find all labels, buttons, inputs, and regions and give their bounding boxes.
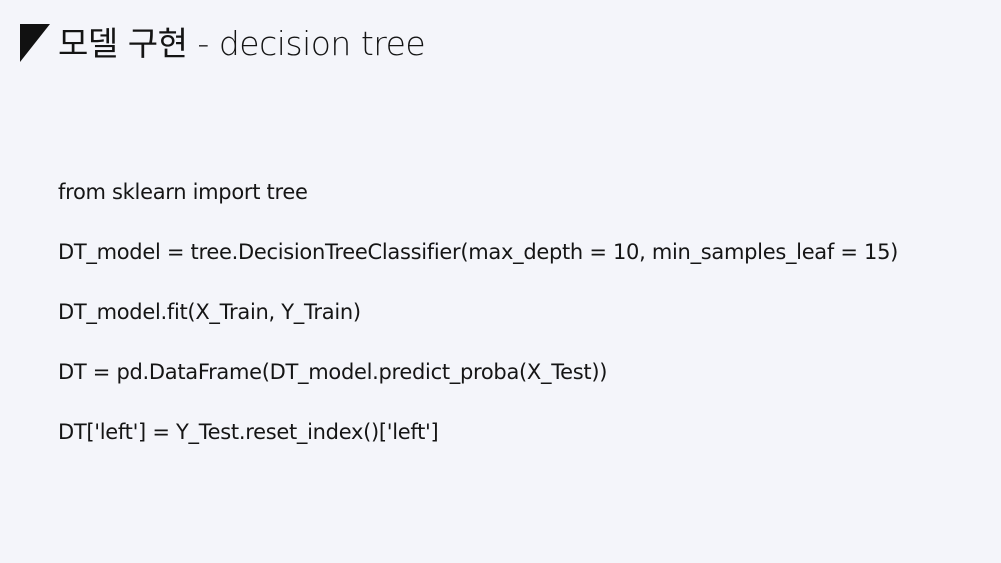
code-line: DT_model.fit(X_Train, Y_Train): [58, 300, 361, 324]
slide-title: 모델 구현 - decision tree: [58, 24, 426, 63]
code-line: from sklearn import tree: [58, 180, 308, 204]
code-line: DT = pd.DataFrame(DT_model.predict_proba…: [58, 360, 608, 384]
code-block: from sklearn import tree DT_model = tree…: [58, 177, 958, 477]
slide: 모델 구현 - decision tree from sklearn impor…: [0, 0, 1001, 563]
code-line: DT_model = tree.DecisionTreeClassifier(m…: [58, 240, 899, 264]
code-line: DT['left'] = Y_Test.reset_index()['left'…: [58, 420, 439, 444]
triangle-corner-icon: [20, 24, 50, 62]
